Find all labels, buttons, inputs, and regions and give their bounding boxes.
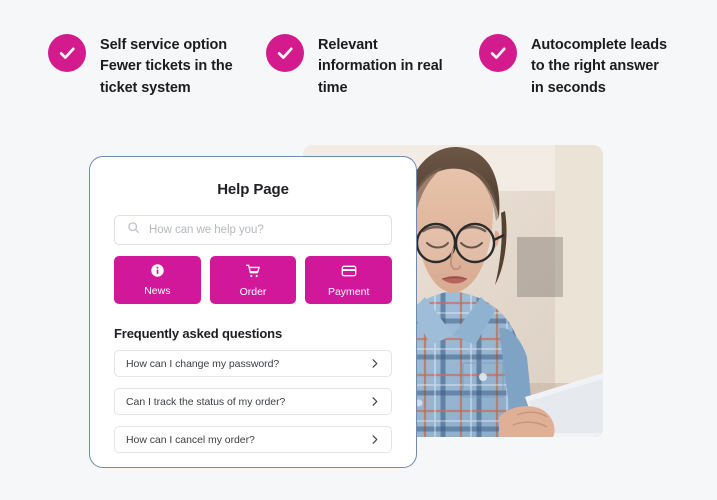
payment-button-label: Payment xyxy=(327,285,370,298)
faq-item-2[interactable]: Can I track the status of my order? xyxy=(114,388,392,415)
faq-item-1[interactable]: How can I change my password? xyxy=(114,350,392,377)
benefit-line: Self service option xyxy=(100,37,228,53)
chevron-right-icon xyxy=(369,434,380,445)
benefit-text-3: Autocomplete leads to the right answer i… xyxy=(531,34,667,99)
search-placeholder: How can we help you? xyxy=(149,224,264,236)
benefit-text-2: Relevant information in real time xyxy=(318,34,443,99)
page-title: Help Page xyxy=(217,181,289,198)
faq-question-label: Can I track the status of my order? xyxy=(126,395,286,408)
info-icon xyxy=(150,263,165,281)
benefit-item-3: Autocomplete leads to the right answer i… xyxy=(479,34,679,99)
benefit-line: in seconds xyxy=(531,79,606,96)
check-circle-icon xyxy=(266,34,304,72)
shopping-cart-icon xyxy=(245,263,261,282)
check-circle-icon xyxy=(48,34,86,72)
order-button-label: Order xyxy=(239,285,267,298)
chevron-right-icon xyxy=(369,358,380,369)
check-circle-icon xyxy=(479,34,517,72)
chevron-right-icon xyxy=(369,396,380,407)
search-icon xyxy=(127,221,140,239)
benefit-item-1: Self service option Fewer tickets in the… xyxy=(48,34,248,99)
benefit-item-2: Relevant information in real time xyxy=(266,34,451,99)
faq-item-3[interactable]: How can I cancel my order? xyxy=(114,426,392,453)
benefit-line: Fewer tickets in the xyxy=(100,58,233,75)
order-button[interactable]: Order xyxy=(209,256,297,304)
benefit-line: Relevant xyxy=(318,37,378,53)
faq-heading: Frequently asked questions xyxy=(114,326,283,341)
payment-button[interactable]: Payment xyxy=(305,256,393,304)
benefit-text-1: Self service option Fewer tickets in the… xyxy=(100,34,233,99)
faq-question-label: How can I cancel my order? xyxy=(126,433,255,446)
news-button-label: News xyxy=(144,285,171,297)
benefit-line: Autocomplete leads xyxy=(531,37,667,53)
benefit-line: to the right answer xyxy=(531,58,659,75)
help-page-card: Help Page How can we help you? News Orde… xyxy=(89,156,417,468)
benefit-line: information in real xyxy=(318,58,443,75)
credit-card-icon xyxy=(341,263,357,282)
benefit-line: ticket system xyxy=(100,79,191,96)
news-button[interactable]: News xyxy=(114,256,201,304)
benefits-row: Self service option Fewer tickets in the… xyxy=(0,0,717,130)
search-input[interactable]: How can we help you? xyxy=(114,215,392,245)
benefit-line: time xyxy=(318,79,348,96)
quick-actions-row: News Order Payment xyxy=(114,256,393,304)
faq-question-label: How can I change my password? xyxy=(126,357,280,370)
